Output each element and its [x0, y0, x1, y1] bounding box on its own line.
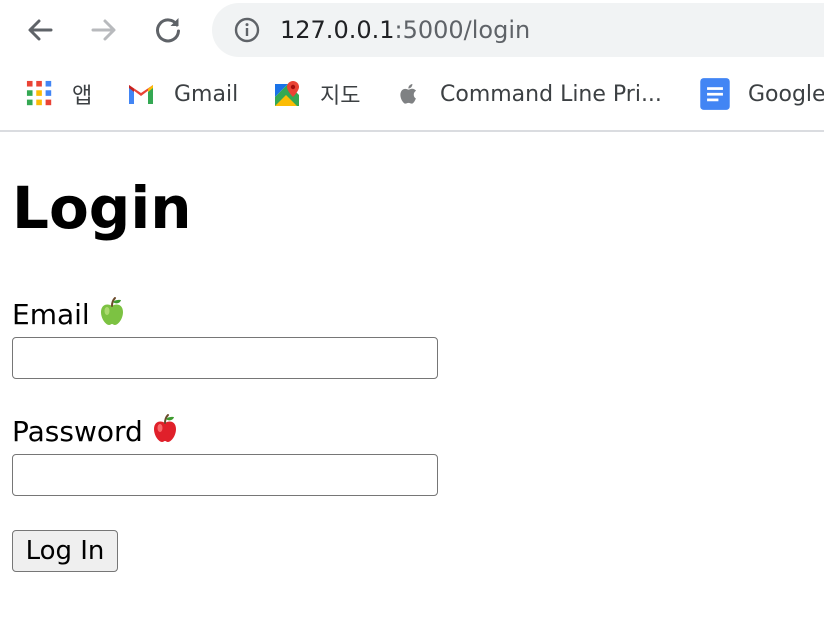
browser-toolbar: 127.0.0.1:5000/login: [0, 0, 824, 62]
bookmark-maps[interactable]: 지도: [272, 78, 360, 110]
page-content: Login Email Password Log In: [0, 132, 824, 624]
bookmark-label: 앱: [72, 84, 93, 109]
bookmark-gmail[interactable]: Gmail: [126, 78, 238, 110]
bookmark-command-line[interactable]: Command Line Pri...: [396, 78, 662, 110]
back-button[interactable]: [20, 10, 60, 50]
gmail-icon: [129, 85, 153, 104]
bookmark-label: 지도: [320, 84, 361, 109]
site-info-icon[interactable]: [234, 17, 260, 43]
url-path: :5000/login: [394, 16, 531, 44]
password-input[interactable]: [12, 454, 438, 496]
maps-icon: [275, 81, 299, 106]
address-bar[interactable]: 127.0.0.1:5000/login: [212, 3, 824, 57]
page-title: Login: [12, 174, 192, 242]
bookmark-apps[interactable]: 앱: [26, 78, 92, 110]
bookmark-label: Google: [748, 81, 824, 107]
url-text[interactable]: 127.0.0.1:5000/login: [280, 15, 530, 45]
bookmark-label: Command Line Pri...: [440, 81, 662, 107]
url-host: 127.0.0.1: [280, 16, 395, 44]
bookmark-google-docs[interactable]: Google: [698, 78, 824, 110]
apps-grid-icon: [26, 80, 52, 106]
password-label-text: Password: [12, 415, 143, 448]
apple-icon: [400, 83, 417, 104]
google-docs-icon: [700, 78, 730, 110]
forward-arrow-icon: [91, 19, 116, 41]
email-label-text: Email: [12, 298, 90, 331]
forward-button[interactable]: [84, 10, 124, 50]
bookmark-label: Gmail: [174, 81, 239, 107]
red-apple-icon: [153, 414, 176, 442]
login-button[interactable]: Log In: [12, 530, 118, 572]
reload-icon: [156, 18, 180, 43]
green-apple-icon: [100, 297, 123, 325]
password-label: Password: [12, 413, 181, 449]
email-input[interactable]: [12, 337, 438, 379]
back-arrow-icon: [28, 19, 53, 41]
email-label: Email: [12, 296, 128, 332]
bookmarks-bar: 앱 Gmail 지도 Command Line Pri... Google: [0, 62, 824, 132]
reload-button[interactable]: [148, 10, 188, 50]
